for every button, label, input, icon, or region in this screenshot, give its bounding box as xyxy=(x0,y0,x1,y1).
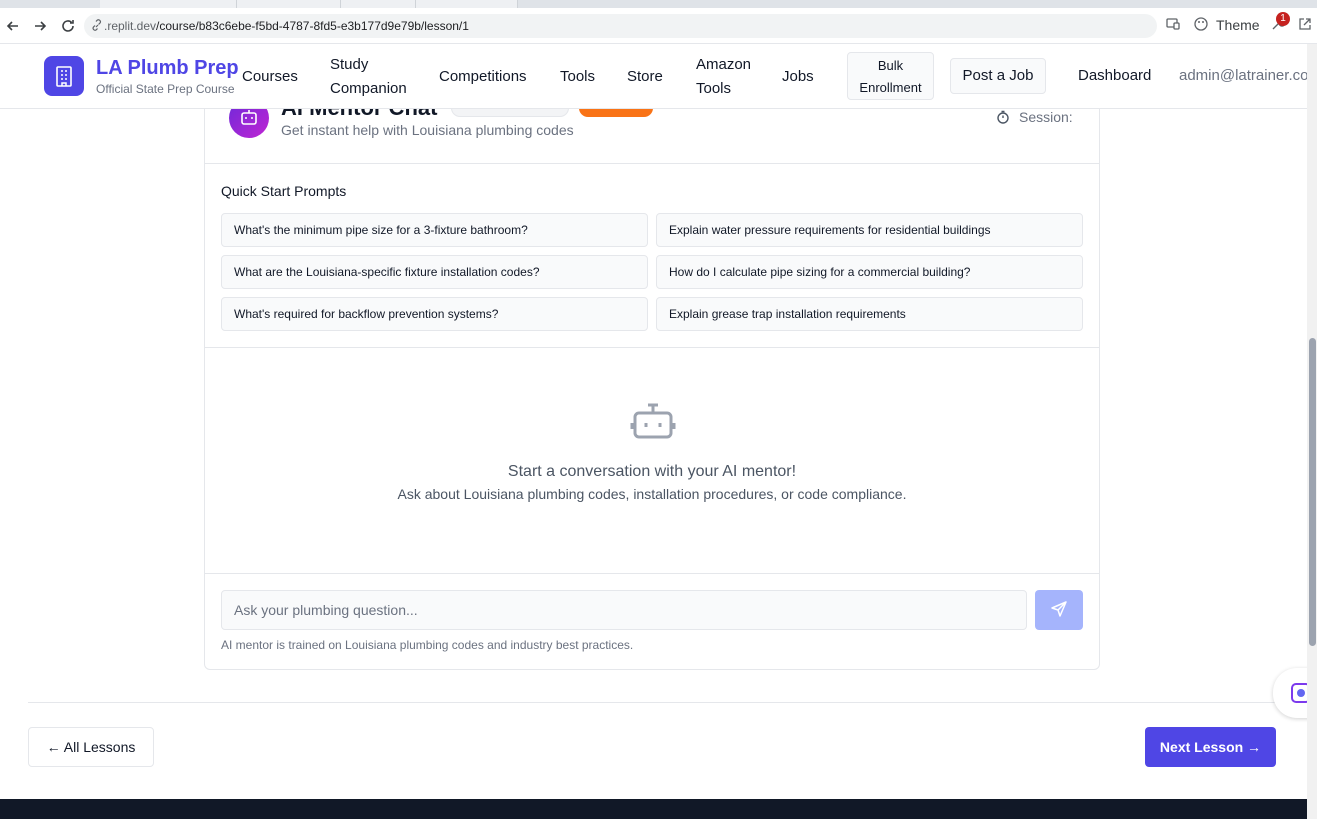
session-timer: Session: xyxy=(995,109,1073,125)
ai-disclaimer: AI mentor is trained on Louisiana plumbi… xyxy=(221,638,634,652)
ai-mentor-chat-card: AI Mentor Chat Get instant help with Lou… xyxy=(204,90,1100,670)
nav-jobs[interactable]: Jobs xyxy=(782,65,814,89)
quick-prompt-button[interactable]: What are the Louisiana-specific fixture … xyxy=(221,255,648,289)
bot-icon xyxy=(630,403,676,439)
quick-prompt-button[interactable]: How do I calculate pipe sizing for a com… xyxy=(656,255,1083,289)
logo[interactable] xyxy=(44,56,84,96)
post-job-button[interactable]: Post a Job xyxy=(950,58,1046,94)
divider xyxy=(28,702,1278,703)
bulk-enrollment-button[interactable]: Bulk Enrollment xyxy=(847,52,934,100)
quick-prompt-button[interactable]: What's the minimum pipe size for a 3-fix… xyxy=(221,213,648,247)
notification-badge: 1 xyxy=(1276,12,1290,26)
scrollbar-thumb[interactable] xyxy=(1309,338,1316,646)
bulk-line2: Enrollment xyxy=(859,80,922,95)
quick-start-title: Quick Start Prompts xyxy=(221,183,347,199)
quick-prompt-button[interactable]: What's required for backflow prevention … xyxy=(221,297,648,331)
cast-icon[interactable] xyxy=(1165,16,1181,35)
nav-dashboard[interactable]: Dashboard xyxy=(1078,64,1151,88)
nav-study-line1: Study xyxy=(330,56,369,73)
forward-icon[interactable] xyxy=(31,17,49,35)
empty-state-title: Start a conversation with your AI mentor… xyxy=(507,463,797,480)
nav-competitions[interactable]: Competitions xyxy=(439,65,527,89)
next-lesson-button[interactable]: Next Lesson → xyxy=(1145,727,1276,767)
session-label: Session: xyxy=(1019,109,1073,125)
building-icon xyxy=(56,66,72,87)
browser-address-bar: .replit.dev/course/b83c6ebe-f5bd-4787-8f… xyxy=(0,8,1317,44)
browser-tab[interactable] xyxy=(237,0,341,8)
palette-icon[interactable] xyxy=(1193,16,1209,35)
chat-subtitle: Get instant help with Louisiana plumbing… xyxy=(281,122,574,138)
nav-study-line2: Companion xyxy=(330,80,407,97)
chat-input[interactable] xyxy=(221,590,1027,630)
divider xyxy=(205,573,1099,574)
send-button[interactable] xyxy=(1035,590,1083,630)
link-icon xyxy=(92,19,101,31)
site-footer xyxy=(0,799,1307,819)
browser-tab[interactable] xyxy=(416,0,518,8)
nav-amazon-line2: Tools xyxy=(696,80,732,97)
nav-amazon-line1: Amazon xyxy=(696,56,752,73)
url-host: .replit.dev xyxy=(104,19,157,33)
back-icon[interactable] xyxy=(4,17,22,35)
divider xyxy=(205,347,1099,348)
user-email[interactable]: admin@latrainer.co xyxy=(1179,64,1307,88)
quick-prompt-button[interactable]: Explain water pressure requirements for … xyxy=(656,213,1083,247)
timer-icon xyxy=(997,110,1009,124)
reload-icon[interactable] xyxy=(59,17,77,35)
theme-label[interactable]: Theme xyxy=(1216,17,1260,33)
brand-subtitle: Official State Prep Course xyxy=(96,82,235,96)
browser-tabstrip xyxy=(0,0,1317,8)
bulk-line1: Bulk xyxy=(877,58,904,73)
empty-state-subtitle: Ask about Louisiana plumbing codes, inst… xyxy=(397,486,907,502)
site-header: LA Plumb Prep Official State Prep Course… xyxy=(0,44,1307,109)
browser-tab[interactable] xyxy=(100,0,237,8)
url-field[interactable]: .replit.dev/course/b83c6ebe-f5bd-4787-8f… xyxy=(84,14,1157,38)
nav-store[interactable]: Store xyxy=(627,65,663,89)
quick-prompt-button[interactable]: Explain grease trap installation require… xyxy=(656,297,1083,331)
all-lessons-button[interactable]: ← All Lessons xyxy=(28,727,154,767)
nav-study-companion[interactable]: Study Companion xyxy=(330,53,407,101)
url-path: /course/b83c6ebe-f5bd-4787-8fd5-e3b177d9… xyxy=(156,19,469,33)
nav-courses[interactable]: Courses xyxy=(242,65,298,89)
send-icon xyxy=(1051,600,1067,617)
nav-tools[interactable]: Tools xyxy=(560,65,595,89)
open-external-icon[interactable] xyxy=(1297,16,1313,35)
nav-amazon-tools[interactable]: Amazon Tools xyxy=(696,53,751,101)
browser-tab[interactable] xyxy=(341,0,416,8)
brand-title[interactable]: LA Plumb Prep xyxy=(96,57,239,80)
